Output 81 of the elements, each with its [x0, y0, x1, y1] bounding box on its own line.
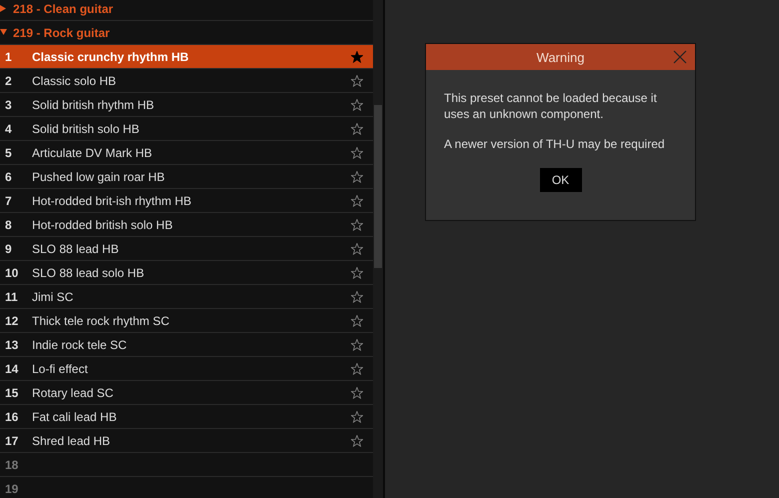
- preset-number: 16: [4, 410, 20, 424]
- preset-row[interactable]: 14 Lo-fi effect: [0, 357, 373, 381]
- preset-number: 12: [4, 314, 20, 328]
- close-icon[interactable]: [673, 50, 687, 64]
- preset-name: Articulate DV Mark HB: [32, 146, 154, 160]
- star-icon[interactable]: [351, 170, 363, 182]
- preset-row[interactable]: 2 Classic solo HB: [0, 69, 373, 93]
- preset-number: 13: [4, 338, 20, 352]
- preset-number: 15: [4, 386, 20, 400]
- star-icon[interactable]: [351, 266, 363, 278]
- preset-number: 5: [4, 146, 13, 160]
- preset-number: 2: [4, 74, 13, 88]
- preset-name: Indie rock tele SC: [32, 338, 128, 352]
- preset-row[interactable]: 10 SLO 88 lead solo HB: [0, 261, 373, 285]
- preset-number: 1: [4, 50, 13, 64]
- preset-row[interactable]: 11 Jimi SC: [0, 285, 373, 309]
- preset-number: 17: [4, 434, 20, 448]
- star-icon[interactable]: [351, 386, 363, 398]
- preset-name: Jimi SC: [32, 290, 74, 304]
- collapsed-triangle-icon: [0, 5, 7, 12]
- ok-button[interactable]: OK: [540, 168, 582, 192]
- expanded-triangle-icon: [0, 29, 7, 36]
- preset-row[interactable]: 9 SLO 88 lead HB: [0, 237, 373, 261]
- preset-row[interactable]: 5 Articulate DV Mark HB: [0, 141, 373, 165]
- preset-number: 19: [4, 482, 20, 496]
- preset-number: 7: [4, 194, 13, 208]
- dialog-message: A newer version of TH-U may be required: [444, 136, 666, 152]
- group-header[interactable]: 218 - Clean guitar: [0, 0, 373, 21]
- scrollbar[interactable]: [373, 0, 383, 498]
- preset-row[interactable]: 4 Solid british solo HB: [0, 117, 373, 141]
- star-icon[interactable]: [351, 242, 363, 254]
- preset-number: 9: [4, 242, 13, 256]
- preset-number: 6: [4, 170, 13, 184]
- preset-row[interactable]: 16 Fat cali lead HB: [0, 405, 373, 429]
- preset-row[interactable]: 6 Pushed low gain roar HB: [0, 165, 373, 189]
- preset-row[interactable]: 13 Indie rock tele SC: [0, 333, 373, 357]
- preset-name: Hot-rodded brit-ish rhythm HB: [32, 194, 192, 208]
- star-icon[interactable]: [351, 410, 363, 422]
- star-icon[interactable]: [351, 98, 363, 110]
- star-icon[interactable]: [351, 50, 363, 62]
- preset-name: Thick tele rock rhythm SC: [32, 314, 170, 328]
- preset-number: 14: [4, 362, 20, 376]
- preset-name: Rotary lead SC: [32, 386, 114, 400]
- star-icon[interactable]: [351, 146, 363, 158]
- empty-preset-row[interactable]: 18: [0, 453, 373, 477]
- preset-number: 8: [4, 218, 13, 232]
- star-icon[interactable]: [351, 362, 363, 374]
- preset-name: Classic solo HB: [32, 74, 118, 88]
- preset-row[interactable]: 3 Solid british rhythm HB: [0, 93, 373, 117]
- preset-row[interactable]: 1 Classic crunchy rhythm HB: [0, 45, 373, 69]
- dialog-title: Warning: [536, 50, 584, 64]
- preset-row[interactable]: 17 Shred lead HB: [0, 429, 373, 453]
- preset-row[interactable]: 8 Hot-rodded british solo HB: [0, 213, 373, 237]
- preset-number: 10: [4, 266, 20, 280]
- preset-number: 11: [4, 290, 19, 304]
- preset-name: SLO 88 lead solo HB: [32, 266, 146, 280]
- preset-number: 3: [4, 98, 13, 112]
- star-icon[interactable]: [351, 194, 363, 206]
- star-icon[interactable]: [351, 338, 363, 350]
- preset-name: Pushed low gain roar HB: [32, 170, 166, 184]
- dialog-message: This preset cannot be loaded because it uses an unknown component.: [444, 90, 658, 122]
- preset-row[interactable]: 12 Thick tele rock rhythm SC: [0, 309, 373, 333]
- preset-name: Solid british solo HB: [32, 122, 140, 136]
- star-icon[interactable]: [351, 218, 363, 230]
- preset-number: 4: [4, 122, 13, 136]
- preset-row[interactable]: 7 Hot-rodded brit-ish rhythm HB: [0, 189, 373, 213]
- preset-row[interactable]: 15 Rotary lead SC: [0, 381, 373, 405]
- preset-number: 18: [4, 458, 20, 472]
- preset-name: Shred lead HB: [32, 434, 112, 448]
- star-icon[interactable]: [351, 290, 363, 302]
- preset-name: Classic crunchy rhythm HB: [32, 50, 190, 64]
- star-icon[interactable]: [351, 74, 363, 86]
- star-icon[interactable]: [351, 434, 363, 446]
- preset-name: Solid british rhythm HB: [32, 98, 156, 112]
- preset-name: Lo-fi effect: [32, 362, 89, 376]
- preset-name: Fat cali lead HB: [32, 410, 118, 424]
- scrollbar-thumb[interactable]: [374, 105, 382, 268]
- preset-name: SLO 88 lead HB: [32, 242, 120, 256]
- star-icon[interactable]: [351, 314, 363, 326]
- preset-name: Hot-rodded british solo HB: [32, 218, 174, 232]
- star-icon[interactable]: [351, 122, 363, 134]
